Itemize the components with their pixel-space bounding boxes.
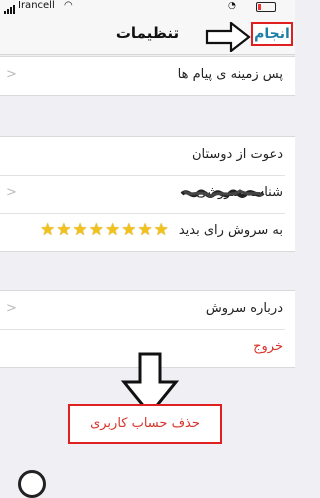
group-appearance: پس زمینه ی پیام ها < bbox=[0, 56, 295, 96]
arrow-right-icon bbox=[205, 22, 251, 52]
delete-account-button[interactable]: حذف حساب کاربری bbox=[68, 404, 222, 444]
wifi-icon: ◠ bbox=[64, 0, 73, 11]
nav-bar: تنظیمات انجام bbox=[0, 14, 295, 55]
done-button[interactable]: انجام bbox=[251, 22, 293, 46]
redacted-id-scribble bbox=[180, 189, 265, 198]
signal-bars-icon bbox=[4, 3, 16, 14]
row-label: پس زمینه ی پیام ها bbox=[177, 67, 283, 82]
alarm-icon: ◔ bbox=[228, 1, 236, 11]
status-bar: Irancell ◠ ◔ bbox=[0, 0, 295, 14]
partial-icon bbox=[18, 470, 46, 498]
chevron-left-icon: < bbox=[6, 301, 17, 316]
row-chat-background[interactable]: پس زمینه ی پیام ها < bbox=[0, 57, 295, 95]
row-about[interactable]: درباره سروش < bbox=[0, 291, 295, 329]
row-label: به سروش رای بدید bbox=[178, 223, 283, 238]
row-rate-app[interactable]: به سروش رای بدید ★★★★★★★★ bbox=[0, 213, 295, 251]
row-soroush-id[interactable]: شناسه سروشی < bbox=[0, 175, 295, 213]
group-social: دعوت از دوستان شناسه سروشی < به سروش رای… bbox=[0, 136, 295, 252]
carrier-name: Irancell bbox=[18, 0, 55, 11]
chevron-left-icon: < bbox=[6, 185, 17, 200]
star-rating-icon: ★★★★★★★★ bbox=[40, 220, 170, 240]
chevron-left-icon: < bbox=[6, 67, 17, 82]
row-label: خروج bbox=[253, 339, 283, 354]
row-invite-friends[interactable]: دعوت از دوستان bbox=[0, 137, 295, 175]
row-label: درباره سروش bbox=[205, 301, 283, 316]
row-label: دعوت از دوستان bbox=[191, 147, 283, 162]
battery-icon bbox=[256, 2, 276, 12]
